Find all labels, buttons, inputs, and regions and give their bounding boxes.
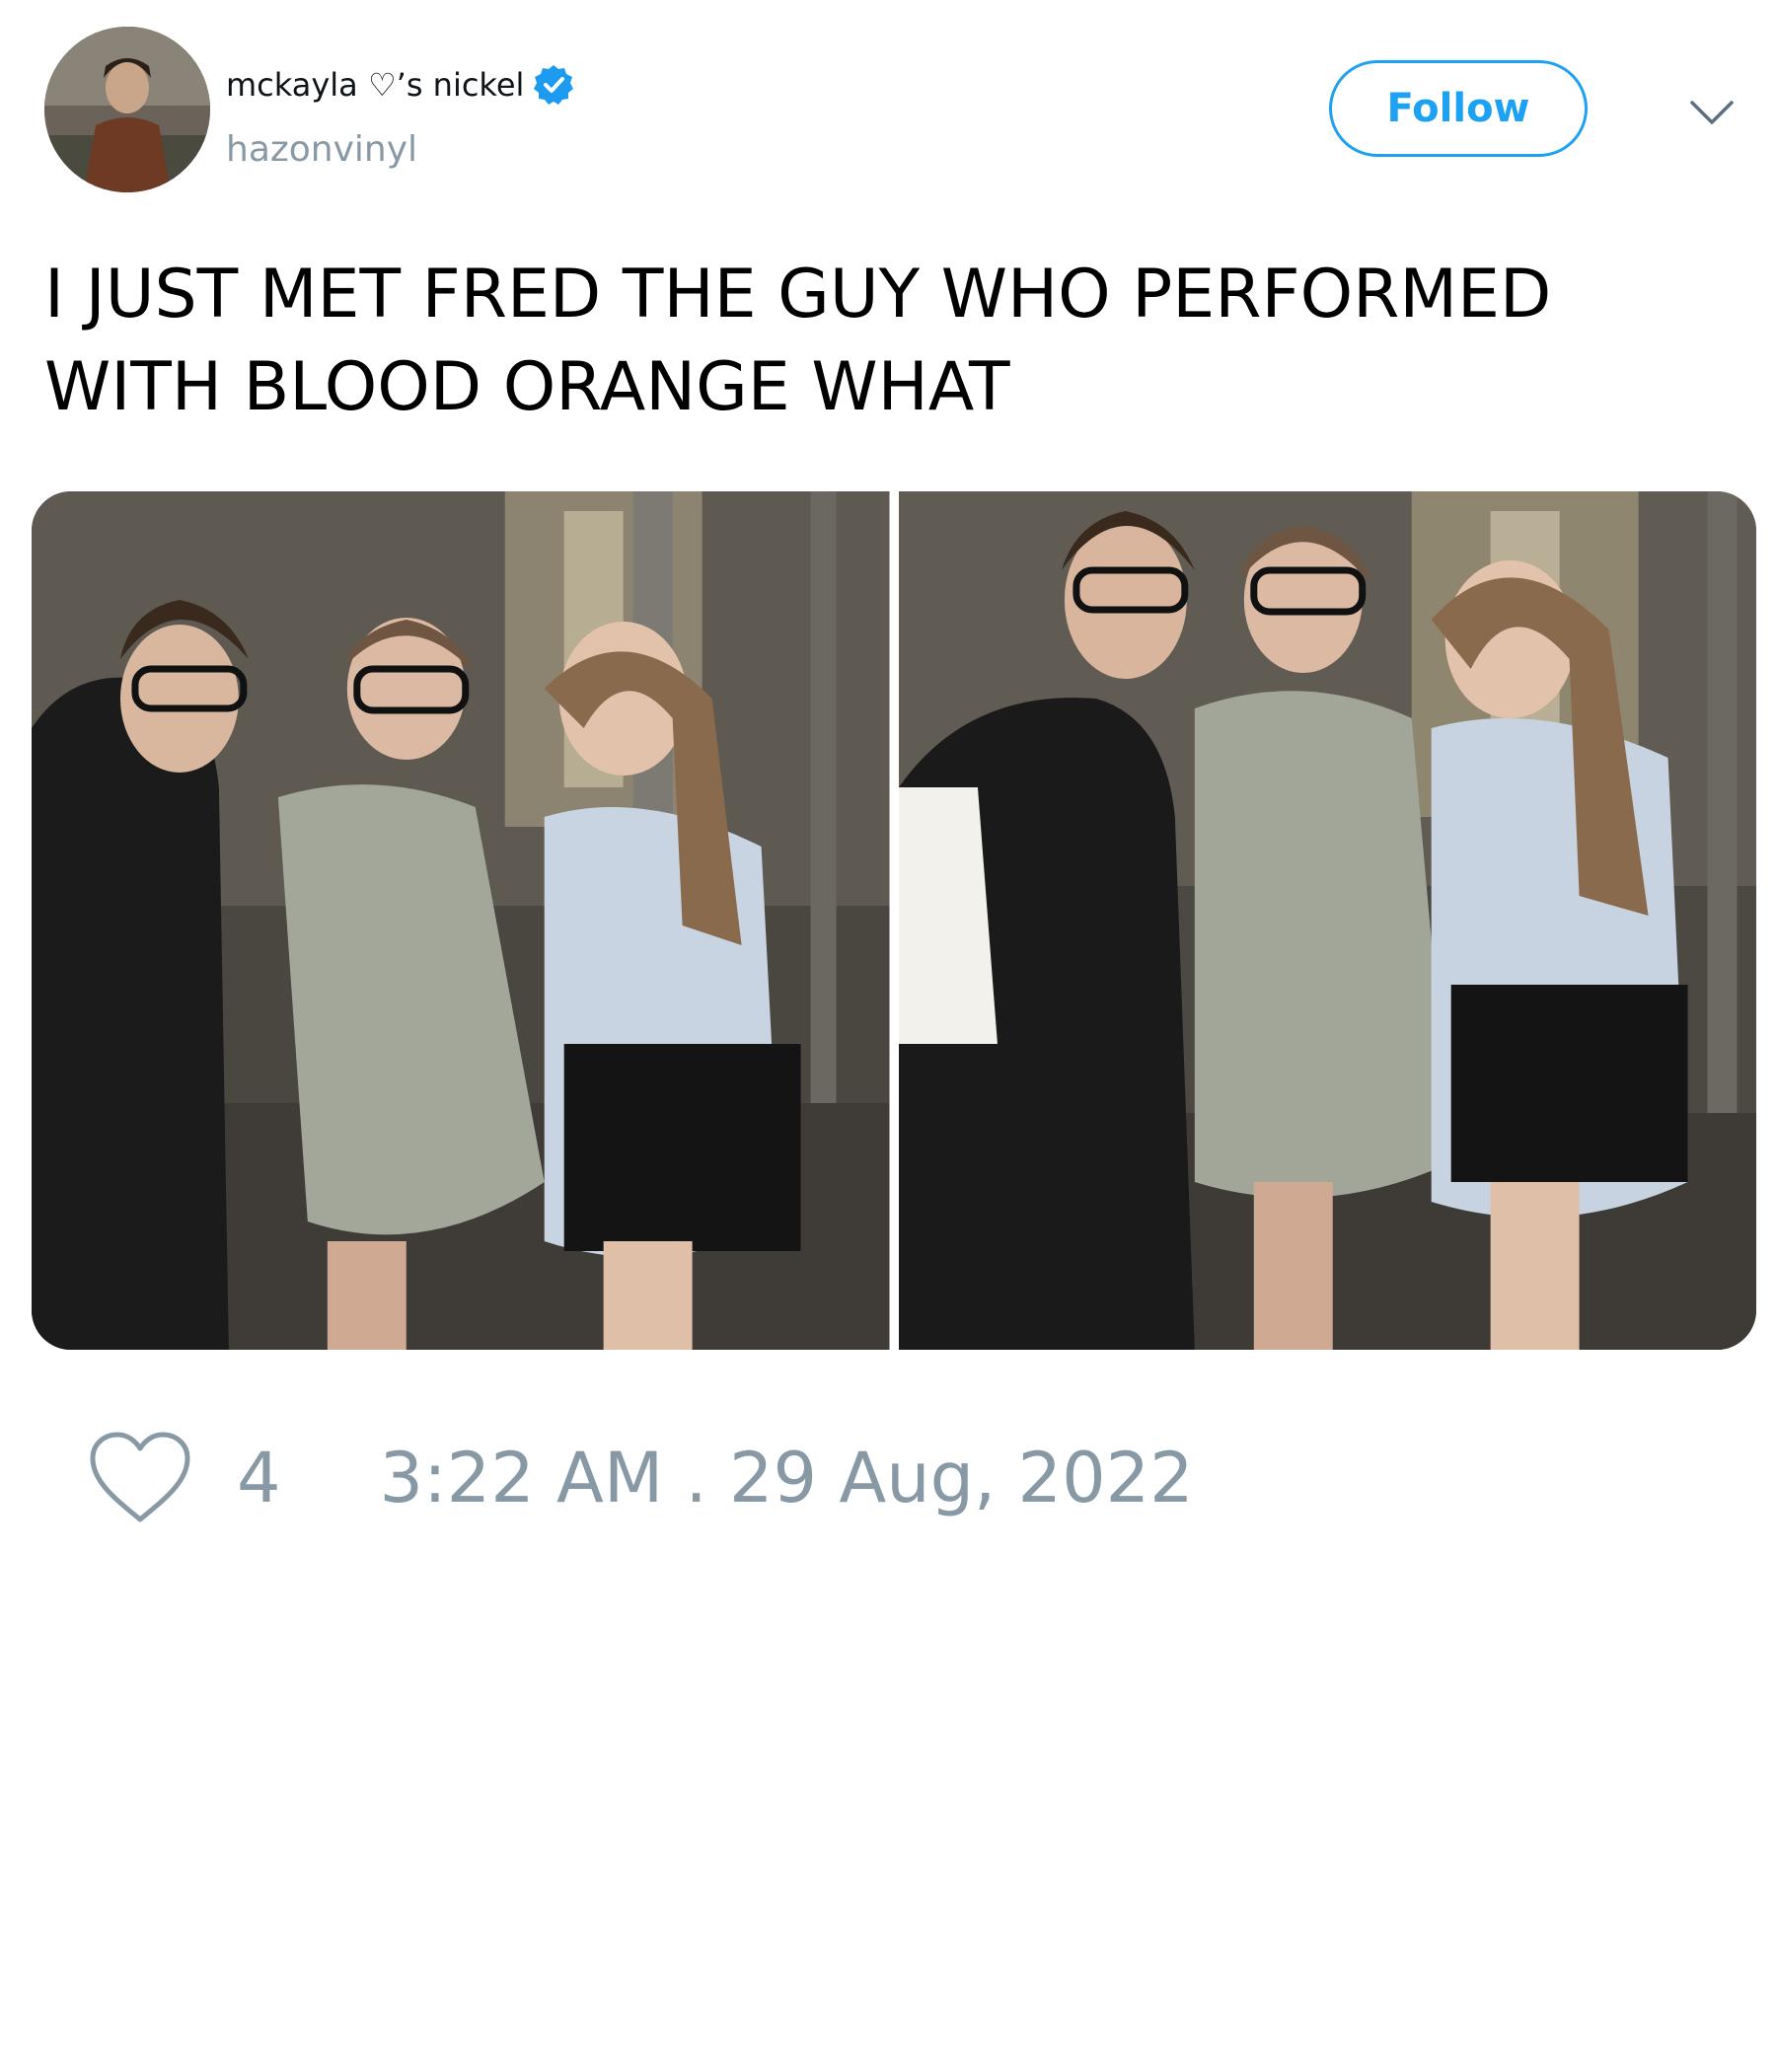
chevron-down-icon[interactable] — [1688, 89, 1736, 136]
photo-2-image — [898, 491, 1756, 1350]
verified-badge-icon — [532, 63, 575, 107]
tweet-text: I JUST MET FRED THE GUY WHO PERFORMED WI… — [44, 256, 1552, 426]
tweet-media — [32, 491, 1756, 1350]
tweet-photo-2[interactable] — [898, 491, 1756, 1350]
profile-photo-icon — [44, 27, 210, 192]
user-handle[interactable]: hazonvinyl — [226, 128, 417, 172]
heart-icon[interactable] — [87, 1429, 193, 1527]
action-bar: 4 3:22 AM . 29 Aug, 2022 — [87, 1429, 1194, 1527]
avatar[interactable] — [44, 27, 210, 192]
photo-1-image — [32, 491, 890, 1350]
like-count: 4 — [237, 1438, 281, 1518]
display-name-text: mckayla ♡’s nickel — [226, 66, 525, 104]
tweet-timestamp[interactable]: 3:22 AM . 29 Aug, 2022 — [380, 1429, 1194, 1527]
follow-button[interactable]: Follow — [1329, 60, 1588, 157]
display-name[interactable]: mckayla ♡’s nickel — [226, 63, 575, 107]
tweet-photo-1[interactable] — [32, 491, 890, 1350]
